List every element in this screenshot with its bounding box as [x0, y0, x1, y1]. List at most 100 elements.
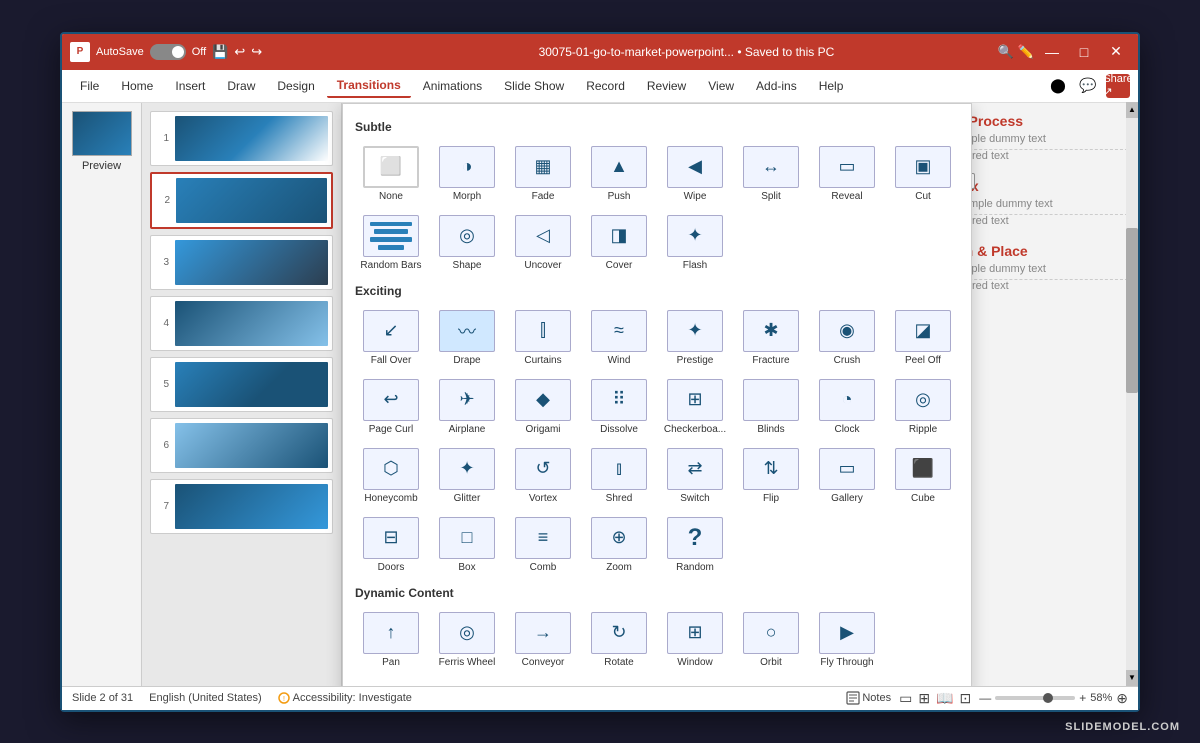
- transition-flip[interactable]: ⇅ Flip: [735, 444, 807, 509]
- zoom-in-btn[interactable]: +: [1079, 691, 1086, 705]
- scroll-down-btn[interactable]: ▼: [1126, 670, 1138, 686]
- transition-morph[interactable]: ◑ Morph: [431, 142, 503, 207]
- transition-push[interactable]: ▲ Push: [583, 142, 655, 207]
- transition-page-curl[interactable]: ↩ Page Curl: [355, 375, 427, 440]
- fracture-label: Fracture: [752, 355, 789, 367]
- scrollbar-thumb[interactable]: [1126, 228, 1138, 394]
- zoom-slider[interactable]: [995, 696, 1075, 700]
- transition-split[interactable]: ↔ Split: [735, 142, 807, 207]
- tab-slideshow[interactable]: Slide Show: [494, 75, 574, 97]
- tab-help[interactable]: Help: [809, 75, 854, 97]
- transition-switch[interactable]: ⇄ Switch: [659, 444, 731, 509]
- tab-animations[interactable]: Animations: [413, 75, 492, 97]
- transition-wind[interactable]: ≈ Wind: [583, 306, 655, 371]
- maximize-button[interactable]: □: [1070, 38, 1098, 66]
- tab-review[interactable]: Review: [637, 75, 696, 97]
- transition-random-bars[interactable]: Random Bars: [355, 211, 427, 276]
- transition-prestige[interactable]: ✦ Prestige: [659, 306, 731, 371]
- transition-shape[interactable]: ◎ Shape: [431, 211, 503, 276]
- slide-thumb-1[interactable]: 1: [150, 111, 333, 166]
- transition-cover[interactable]: ◨ Cover: [583, 211, 655, 276]
- transition-airplane[interactable]: ✈ Airplane: [431, 375, 503, 440]
- transition-gallery[interactable]: ▭ Gallery: [811, 444, 883, 509]
- tab-draw[interactable]: Draw: [217, 75, 265, 97]
- transition-cube[interactable]: ⬛ Cube: [887, 444, 959, 509]
- zoom-out-btn[interactable]: —: [979, 691, 991, 705]
- reading-view-btn[interactable]: 📖: [936, 690, 953, 707]
- transition-wipe[interactable]: ◀ Wipe: [659, 142, 731, 207]
- tab-addins[interactable]: Add-ins: [746, 75, 807, 97]
- tab-record[interactable]: Record: [576, 75, 635, 97]
- orbit-label: Orbit: [760, 657, 782, 669]
- slide-thumb-6[interactable]: 6: [150, 418, 333, 473]
- zoom-icon: ⊕: [591, 517, 647, 559]
- transition-fall-over[interactable]: ↙ Fall Over: [355, 306, 427, 371]
- slide-thumb-7[interactable]: 7: [150, 479, 333, 534]
- transition-checkerboard[interactable]: ⊞ Checkerboa...: [659, 375, 731, 440]
- transition-peel-off[interactable]: ◪ Peel Off: [887, 306, 959, 371]
- transition-random[interactable]: ? Random: [659, 513, 731, 578]
- comment-btn[interactable]: 💬: [1076, 74, 1100, 98]
- transition-blinds[interactable]: Blinds: [735, 375, 807, 440]
- tab-design[interactable]: Design: [267, 75, 324, 97]
- pen-icon[interactable]: ✏️: [1018, 44, 1034, 60]
- transition-rotate[interactable]: ↻ Rotate: [583, 608, 655, 673]
- search-icon[interactable]: 🔍: [998, 44, 1014, 60]
- scroll-up-btn[interactable]: ▲: [1126, 103, 1138, 118]
- slide-thumb-5[interactable]: 5: [150, 357, 333, 412]
- transition-crush[interactable]: ◉ Crush: [811, 306, 883, 371]
- transition-conveyor[interactable]: → Conveyor: [507, 608, 579, 673]
- tab-file[interactable]: File: [70, 75, 109, 97]
- share-btn[interactable]: Share ↗: [1106, 74, 1130, 98]
- transition-glitter[interactable]: ✦ Glitter: [431, 444, 503, 509]
- transition-curtains[interactable]: ⫿ Curtains: [507, 306, 579, 371]
- transition-fracture[interactable]: ✱ Fracture: [735, 306, 807, 371]
- transition-orbit[interactable]: ○ Orbit: [735, 608, 807, 673]
- slideshow-btn[interactable]: ⊡: [959, 690, 971, 707]
- undo-icon[interactable]: ↩: [234, 44, 245, 60]
- transition-fly-through[interactable]: ▶ Fly Through: [811, 608, 883, 673]
- transition-origami[interactable]: ◆ Origami: [507, 375, 579, 440]
- record-btn[interactable]: ⬤: [1046, 74, 1070, 98]
- autosave-toggle[interactable]: [150, 44, 186, 60]
- transition-uncover[interactable]: ◁ Uncover: [507, 211, 579, 276]
- fit-slide-btn[interactable]: ⊕: [1116, 690, 1128, 707]
- transition-ferris-wheel[interactable]: ◎ Ferris Wheel: [431, 608, 503, 673]
- tab-insert[interactable]: Insert: [165, 75, 215, 97]
- slide-sorter-btn[interactable]: ⊞: [918, 690, 930, 707]
- transition-ripple[interactable]: ◎ Ripple: [887, 375, 959, 440]
- transition-window[interactable]: ⊞ Window: [659, 608, 731, 673]
- transition-pan[interactable]: ↑ Pan: [355, 608, 427, 673]
- transition-reveal[interactable]: ▭ Reveal: [811, 142, 883, 207]
- transition-doors[interactable]: ⊟ Doors: [355, 513, 427, 578]
- slide-num-3: 3: [155, 257, 169, 268]
- slide-thumb-4[interactable]: 4: [150, 296, 333, 351]
- tab-home[interactable]: Home: [111, 75, 163, 97]
- transition-comb[interactable]: ≡ Comb: [507, 513, 579, 578]
- close-button[interactable]: ✕: [1102, 38, 1130, 66]
- transition-clock[interactable]: ◔ Clock: [811, 375, 883, 440]
- normal-view-btn[interactable]: ▭: [899, 690, 912, 707]
- save-icon[interactable]: 💾: [212, 44, 228, 60]
- push-icon: ▲: [591, 146, 647, 188]
- slide-thumb-2[interactable]: 2: [150, 172, 333, 229]
- transition-dissolve[interactable]: ⠿ Dissolve: [583, 375, 655, 440]
- transition-vortex[interactable]: ↺ Vortex: [507, 444, 579, 509]
- redo-icon[interactable]: ↪: [251, 44, 262, 60]
- slide-thumb-3[interactable]: 3: [150, 235, 333, 290]
- notes-btn[interactable]: Notes: [846, 691, 891, 705]
- zoom-thumb: [1043, 693, 1053, 703]
- transition-cut[interactable]: ▣ Cut: [887, 142, 959, 207]
- transition-drape[interactable]: 〰 Drape: [431, 306, 503, 371]
- transition-none[interactable]: ⬜ None: [355, 142, 427, 207]
- transition-box[interactable]: □ Box: [431, 513, 503, 578]
- transition-fade[interactable]: ▦ Fade: [507, 142, 579, 207]
- transition-shred[interactable]: ⫾ Shred: [583, 444, 655, 509]
- transition-flash[interactable]: ✦ Flash: [659, 211, 731, 276]
- tab-transitions[interactable]: Transitions: [327, 74, 411, 98]
- transition-honeycomb[interactable]: ⬡ Honeycomb: [355, 444, 427, 509]
- minimize-button[interactable]: —: [1038, 38, 1066, 66]
- preview-thumbnail: [72, 111, 132, 156]
- tab-view[interactable]: View: [698, 75, 744, 97]
- transition-zoom[interactable]: ⊕ Zoom: [583, 513, 655, 578]
